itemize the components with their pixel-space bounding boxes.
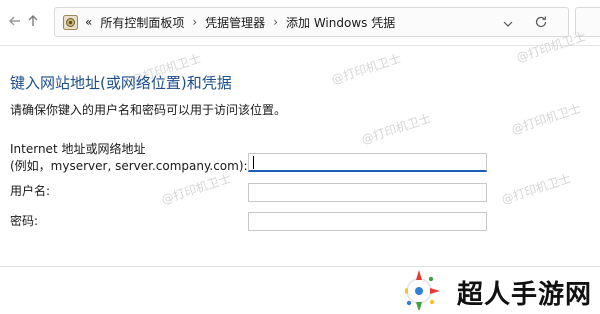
breadcrumb-separator[interactable]: › — [273, 15, 278, 29]
watermark: @打印机卫士 — [329, 51, 403, 87]
password-label: 密码: — [10, 214, 39, 228]
navigation-bar: « 所有控制面板项 › 凭据管理器 › 添加 Windows 凭据 — [0, 0, 600, 46]
control-panel-icon — [63, 15, 78, 30]
address-label-line2: (例如，myserver, server.company.com): — [10, 159, 248, 173]
address-bar[interactable]: « 所有控制面板项 › 凭据管理器 › 添加 Windows 凭据 — [54, 7, 569, 37]
brand-mark-icon — [398, 266, 445, 312]
page-description: 请确保你键入的用户名和密码可以用于访问该位置。 — [10, 103, 287, 117]
username-input[interactable] — [248, 183, 487, 202]
chevron-down-icon[interactable] — [501, 16, 515, 30]
watermark: @打印机卫士 — [509, 101, 583, 137]
search-box[interactable] — [575, 7, 600, 37]
breadcrumb-item-credential-manager[interactable]: 凭据管理器 — [205, 14, 265, 31]
refresh-icon[interactable] — [533, 14, 549, 30]
username-label: 用户名: — [10, 184, 51, 198]
arrow-up-icon[interactable] — [22, 10, 44, 32]
breadcrumb-overflow[interactable]: « — [85, 15, 92, 29]
password-input[interactable] — [248, 212, 487, 231]
breadcrumb-separator[interactable]: › — [192, 15, 197, 29]
text-caret — [253, 156, 254, 169]
address-label: Internet 地址或网络地址 (例如，myserver, server.co… — [10, 141, 248, 175]
brand-logo: 超人手游网 — [398, 266, 600, 313]
watermark: @打印机卫士 — [359, 111, 433, 147]
breadcrumb: « 所有控制面板项 › 凭据管理器 › 添加 Windows 凭据 — [85, 8, 395, 36]
page-title: 键入网站地址(或网络位置)和凭据 — [10, 74, 232, 92]
watermark: @打印机卫士 — [499, 171, 573, 207]
breadcrumb-item-add-credential[interactable]: 添加 Windows 凭据 — [286, 14, 395, 31]
brand-name: 超人手游网 — [457, 280, 593, 310]
network-address-input[interactable] — [248, 153, 487, 172]
watermark: @打印机卫士 — [159, 171, 233, 207]
address-label-line1: Internet 地址或网络地址 — [10, 142, 146, 156]
breadcrumb-item-all-control-panel[interactable]: 所有控制面板项 — [100, 14, 184, 31]
